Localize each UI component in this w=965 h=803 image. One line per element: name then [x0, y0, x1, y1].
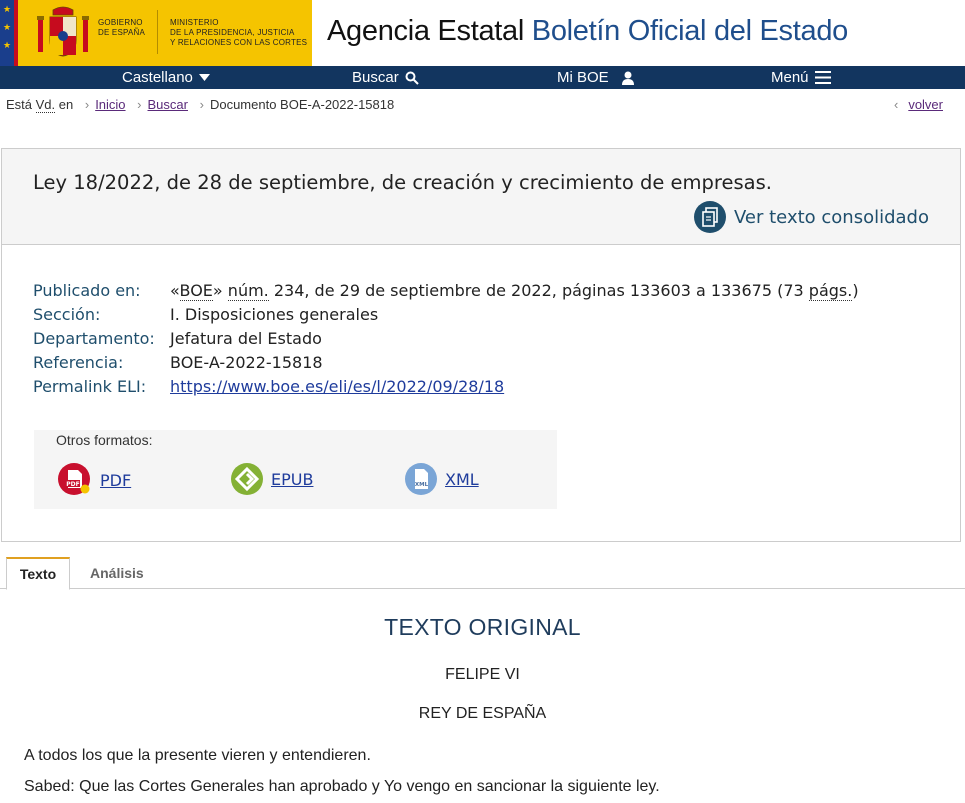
abbr-boe: BOE: [179, 281, 213, 301]
eli-permalink[interactable]: https://www.boe.es/eli/es/l/2022/09/28/1…: [170, 377, 504, 396]
meta-published-value: «BOE» núm. 234, de 29 de septiembre de 2…: [170, 279, 859, 303]
divider: [157, 10, 158, 54]
agency-title-blue: Boletín Oficial del Estado: [531, 15, 849, 47]
government-line-1: GOBIERNO: [98, 18, 143, 27]
ministry-line-1: MINISTERIO: [170, 18, 219, 27]
abbr-num: núm.: [227, 281, 269, 301]
back-link-container: ‹ volver: [894, 97, 943, 112]
meta-published: Publicado en: «BOE» núm. 234, de 29 de s…: [33, 279, 859, 303]
king-name: FELIPE VI: [445, 666, 520, 683]
star-icon: ★: [3, 23, 12, 33]
tab-analisis[interactable]: Análisis: [90, 557, 144, 589]
meta-department: Departamento: Jefatura del Estado: [33, 327, 859, 351]
meta-eli: Permalink ELI: https://www.boe.es/eli/es…: [33, 375, 859, 399]
preamble-paragraph-1: A todos los que la presente vieren y ent…: [24, 747, 371, 764]
breadcrumb-current: Documento BOE-A-2022-15818: [209, 97, 395, 112]
published-quote-close: »: [212, 281, 228, 300]
nav-my-boe[interactable]: Mi BOE: [557, 66, 637, 89]
xml-link[interactable]: XML: [445, 470, 479, 489]
meta-reference-label: Referencia:: [33, 353, 124, 372]
svg-text:PDF: PDF: [66, 481, 79, 488]
other-formats-title: Otros formatos:: [56, 432, 153, 448]
eu-flag: ★ ★ ★: [0, 0, 14, 66]
user-icon: [621, 71, 634, 85]
nav-menu-label: Menú: [771, 69, 809, 86]
nav-search-label: Buscar: [352, 69, 399, 86]
agency-title-plain: Agencia Estatal: [327, 15, 532, 47]
breadcrumb-prefix: Está: [6, 97, 36, 112]
epub-icon: [231, 463, 263, 495]
nav-search[interactable]: Buscar: [352, 66, 419, 89]
star-icon: ★: [3, 41, 12, 51]
tab-texto[interactable]: Texto: [6, 557, 70, 590]
chevron-left-icon: ‹: [893, 97, 899, 112]
meta-published-label: Publicado en:: [33, 281, 141, 300]
language-label: Castellano: [122, 69, 193, 86]
document-metadata: Publicado en: «BOE» núm. 234, de 29 de s…: [33, 279, 859, 399]
meta-section-value: I. Disposiciones generales: [170, 305, 379, 324]
meta-section-label: Sección:: [33, 305, 101, 324]
back-link[interactable]: volver: [908, 97, 943, 112]
agency-title[interactable]: Agencia Estatal Boletín Oficial del Esta…: [327, 15, 848, 48]
xml-format[interactable]: XML XML: [405, 463, 479, 495]
breadcrumb: Está Vd. en › Inicio › Buscar › Documento B…: [6, 97, 395, 113]
coat-of-arms-icon: [37, 6, 89, 57]
epub-link[interactable]: EPUB: [271, 470, 313, 489]
government-label: GOBIERNO DE ESPAÑA: [98, 18, 145, 38]
meta-eli-label: Permalink ELI:: [33, 377, 147, 396]
spain-flag-stripe: [14, 0, 18, 66]
nav-menu[interactable]: Menú: [771, 66, 831, 89]
consolidated-text-label: Ver texto consolidado: [734, 206, 929, 228]
pdf-format[interactable]: PDF PDF: [58, 463, 131, 497]
government-line-2: DE ESPAÑA: [98, 28, 145, 37]
texto-original-heading: TEXTO ORIGINAL: [384, 614, 581, 640]
site-header: ★ ★ ★ GOBIERNO DE ESPAÑA MINISTERIO DE L…: [0, 0, 965, 66]
document-title-band: Ley 18/2022, de 28 de septiembre, de cre…: [2, 149, 960, 245]
government-logo-block[interactable]: ★ ★ ★ GOBIERNO DE ESPAÑA MINISTERIO DE L…: [0, 0, 312, 66]
meta-reference: Referencia: BOE-A-2022-15818: [33, 351, 859, 375]
caret-down-icon: [198, 74, 210, 81]
preamble-paragraph-2: Sabed: Que las Cortes Generales han apro…: [24, 778, 660, 795]
published-paren-close: ): [852, 281, 859, 300]
main-navbar: Castellano Buscar Mi BOE Menú: [0, 66, 965, 89]
search-icon: [405, 71, 419, 85]
ministry-label: MINISTERIO DE LA PRESIDENCIA, JUSTICIA Y…: [170, 18, 307, 48]
ministry-line-3: Y RELACIONES CON LAS CORTES: [170, 38, 308, 47]
published-quote-open: «: [170, 281, 180, 300]
chevron-right-icon: ›: [199, 97, 204, 112]
language-selector[interactable]: Castellano: [122, 66, 210, 89]
pdf-link[interactable]: PDF: [100, 471, 131, 490]
epub-format[interactable]: EPUB: [231, 463, 313, 495]
hamburger-icon: [814, 71, 831, 84]
xml-icon: XML: [405, 463, 437, 495]
nav-my-boe-label: Mi BOE: [557, 69, 609, 86]
king-title: REY DE ESPAÑA: [418, 705, 547, 722]
documents-icon: [694, 201, 727, 233]
meta-section: Sección: I. Disposiciones generales: [33, 303, 859, 327]
star-icon: ★: [3, 5, 12, 15]
ministry-line-2: DE LA PRESIDENCIA, JUSTICIA: [170, 28, 295, 37]
svg-text:XML: XML: [415, 482, 429, 488]
document-tabs: Texto Análisis: [0, 557, 965, 590]
meta-reference-value: BOE-A-2022-15818: [170, 353, 323, 372]
chevron-right-icon: ›: [137, 97, 142, 112]
consolidated-text-link[interactable]: Ver texto consolidado: [694, 201, 929, 233]
meta-department-value: Jefatura del Estado: [170, 329, 322, 348]
published-details: 234, de 29 de septiembre de 2022, página…: [268, 281, 809, 300]
breadcrumb-search-link[interactable]: Buscar: [148, 97, 188, 112]
breadcrumb-prefix-end: en: [55, 97, 74, 112]
meta-department-label: Departamento:: [33, 329, 155, 348]
document-title: Ley 18/2022, de 28 de septiembre, de cre…: [33, 171, 772, 194]
document-box: Ley 18/2022, de 28 de septiembre, de cre…: [1, 148, 961, 542]
other-formats-panel: Otros formatos: PDF PDF EPUB XML XML: [34, 430, 557, 509]
breadcrumb-abbr: Vd.: [35, 97, 56, 113]
pdf-icon: PDF: [58, 463, 90, 495]
chevron-right-icon: ›: [84, 97, 90, 112]
breadcrumb-home-link[interactable]: Inicio: [95, 97, 125, 112]
abbr-pags: págs.: [808, 281, 853, 301]
